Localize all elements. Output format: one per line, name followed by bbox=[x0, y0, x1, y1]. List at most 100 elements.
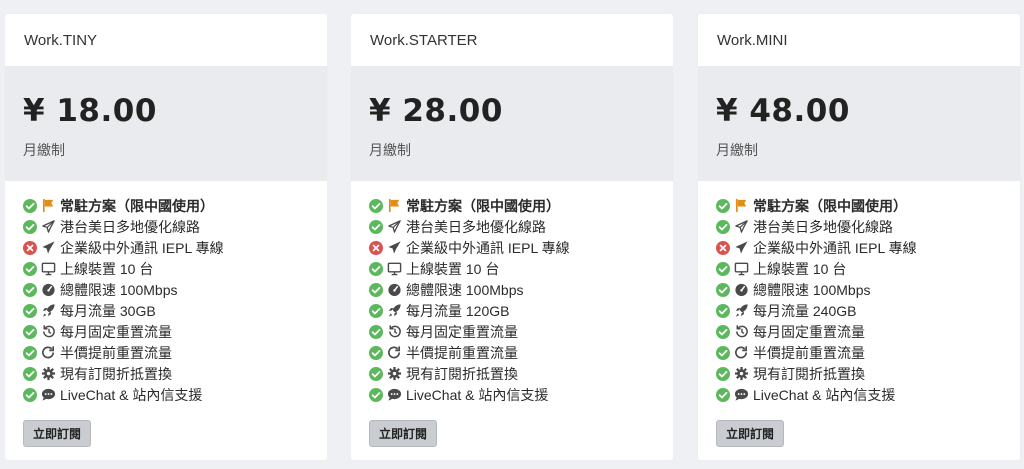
flag-icon bbox=[735, 198, 747, 213]
plan-price: ¥ 28.00 bbox=[369, 93, 503, 129]
paper-plane-icon bbox=[735, 241, 748, 254]
feature-label: 港台美日多地優化線路 bbox=[60, 218, 200, 235]
feature-label: 每月流量 30GB bbox=[60, 302, 156, 319]
feature-item: 常駐方案（限中國使用） bbox=[369, 195, 673, 216]
flag-icon bbox=[42, 198, 54, 213]
feature-item: 現有訂閱折抵置換 bbox=[716, 363, 1020, 384]
redo-icon bbox=[42, 346, 55, 359]
feature-item: 企業級中外通訊 IEPL 專線 bbox=[716, 237, 1020, 258]
feature-label: 每月流量 240GB bbox=[753, 302, 857, 319]
paper-plane-icon bbox=[388, 241, 401, 254]
feature-item: 每月固定重置流量 bbox=[23, 321, 327, 342]
feature-item: 半價提前重置流量 bbox=[369, 342, 673, 363]
feature-label: 總體限速 100Mbps bbox=[60, 281, 178, 298]
check-circle-icon bbox=[716, 282, 730, 297]
feature-item: 半價提前重置流量 bbox=[716, 342, 1020, 363]
paper-plane-outline-icon bbox=[42, 220, 55, 233]
feature-label: 港台美日多地優化線路 bbox=[406, 218, 546, 235]
rocket-icon bbox=[388, 304, 401, 317]
check-circle-icon bbox=[23, 345, 37, 360]
check-circle-icon bbox=[23, 324, 37, 339]
feature-item: 總體限速 100Mbps bbox=[23, 279, 327, 300]
feature-item: 常駐方案（限中國使用） bbox=[716, 195, 1020, 216]
speedometer-icon bbox=[388, 283, 401, 297]
check-circle-icon bbox=[23, 198, 37, 213]
check-circle-icon bbox=[23, 282, 37, 297]
check-circle-icon bbox=[716, 324, 730, 339]
billing-period: 月繳制 bbox=[23, 142, 65, 158]
billing-period: 月繳制 bbox=[716, 142, 758, 158]
feature-label: 現有訂閱折抵置換 bbox=[60, 365, 172, 382]
feature-label: 半價提前重置流量 bbox=[60, 344, 172, 361]
feature-item: LiveChat & 站內信支援 bbox=[369, 384, 673, 405]
history-icon bbox=[389, 325, 401, 338]
history-icon bbox=[43, 325, 55, 338]
check-circle-icon bbox=[369, 261, 383, 276]
check-circle-icon bbox=[23, 303, 37, 318]
feature-label: 現有訂閱折抵置換 bbox=[753, 365, 865, 382]
feature-item: LiveChat & 站內信支援 bbox=[716, 384, 1020, 405]
check-circle-icon bbox=[716, 303, 730, 318]
feature-item: 總體限速 100Mbps bbox=[716, 279, 1020, 300]
feature-label: 每月固定重置流量 bbox=[406, 323, 518, 340]
subscribe-button[interactable]: 立即訂閱 bbox=[369, 420, 438, 447]
check-circle-icon bbox=[23, 387, 37, 402]
feature-label: 總體限速 100Mbps bbox=[406, 281, 524, 298]
feature-label: 現有訂閱折抵置換 bbox=[406, 365, 518, 382]
subscribe-button[interactable]: 立即訂閱 bbox=[716, 420, 785, 447]
feature-label: 企業級中外通訊 IEPL 專線 bbox=[753, 239, 917, 256]
feature-item: 上線裝置 10 台 bbox=[716, 258, 1020, 279]
feature-item: 企業級中外通訊 IEPL 專線 bbox=[23, 237, 327, 258]
x-circle-icon bbox=[369, 240, 383, 255]
feature-item: 每月流量 120GB bbox=[369, 300, 673, 321]
plan-name: Work.STARTER bbox=[370, 31, 478, 49]
check-circle-icon bbox=[369, 198, 383, 213]
check-circle-icon bbox=[23, 219, 37, 234]
check-circle-icon bbox=[23, 261, 37, 276]
feature-item: 每月固定重置流量 bbox=[716, 321, 1020, 342]
feature-item: 上線裝置 10 台 bbox=[369, 258, 673, 279]
feature-item: 每月固定重置流量 bbox=[369, 321, 673, 342]
rocket-icon bbox=[42, 304, 55, 317]
feature-label: 總體限速 100Mbps bbox=[753, 281, 871, 298]
feature-label: 常駐方案（限中國使用） bbox=[753, 197, 907, 214]
check-circle-icon bbox=[369, 324, 383, 339]
feature-item: 港台美日多地優化線路 bbox=[23, 216, 327, 237]
feature-label: 常駐方案（限中國使用） bbox=[406, 197, 560, 214]
feature-label: 每月固定重置流量 bbox=[753, 323, 865, 340]
check-circle-icon bbox=[716, 198, 730, 213]
feature-list: 常駐方案（限中國使用） 港台美日多地優化線路企業級中外通訊 IEPL 專線 上線裝置… bbox=[698, 195, 1020, 405]
monitor-icon bbox=[734, 262, 749, 276]
feature-item: 企業級中外通訊 IEPL 專線 bbox=[369, 237, 673, 258]
subscribe-button[interactable]: 立即訂閱 bbox=[23, 420, 92, 447]
feature-item: 現有訂閱折抵置換 bbox=[23, 363, 327, 384]
plan-price: ¥ 18.00 bbox=[23, 93, 157, 129]
redo-icon bbox=[735, 346, 748, 359]
plan-card: Work.TINY ¥ 18.00 月繳制 常駐方案（限中國使用） 港台美日多地優… bbox=[5, 14, 327, 460]
check-circle-icon bbox=[716, 366, 730, 381]
redo-icon bbox=[388, 346, 401, 359]
feature-list: 常駐方案（限中國使用） 港台美日多地優化線路企業級中外通訊 IEPL 專線 上線裝置… bbox=[351, 195, 673, 405]
check-circle-icon bbox=[369, 219, 383, 234]
feature-label: 常駐方案（限中國使用） bbox=[60, 197, 214, 214]
paper-plane-outline-icon bbox=[388, 220, 401, 233]
feature-item: 每月流量 240GB bbox=[716, 300, 1020, 321]
feature-list: 常駐方案（限中國使用） 港台美日多地優化線路 企業級中外通訊 IEPL 專線 上線裝置… bbox=[5, 195, 327, 405]
check-circle-icon bbox=[23, 366, 37, 381]
rocket-icon bbox=[735, 304, 748, 317]
gear-icon bbox=[734, 366, 749, 381]
billing-period: 月繳制 bbox=[369, 142, 411, 158]
feature-label: 上線裝置 10 台 bbox=[753, 260, 847, 277]
chat-bubble-icon bbox=[734, 388, 749, 401]
x-circle-icon bbox=[716, 240, 730, 255]
plan-card: Work.MINI ¥ 48.00 月繳制 常駐方案（限中國使用） 港台美日多地優… bbox=[698, 14, 1020, 460]
chat-bubble-icon bbox=[387, 388, 402, 401]
feature-item: 現有訂閱折抵置換 bbox=[369, 363, 673, 384]
feature-label: 半價提前重置流量 bbox=[753, 344, 865, 361]
plan-name: Work.MINI bbox=[717, 31, 788, 49]
feature-label: 每月流量 120GB bbox=[406, 302, 510, 319]
feature-label: LiveChat & 站內信支援 bbox=[60, 386, 203, 403]
chat-bubble-icon bbox=[41, 388, 56, 401]
feature-label: 每月固定重置流量 bbox=[60, 323, 172, 340]
feature-label: 港台美日多地優化線路 bbox=[753, 218, 893, 235]
